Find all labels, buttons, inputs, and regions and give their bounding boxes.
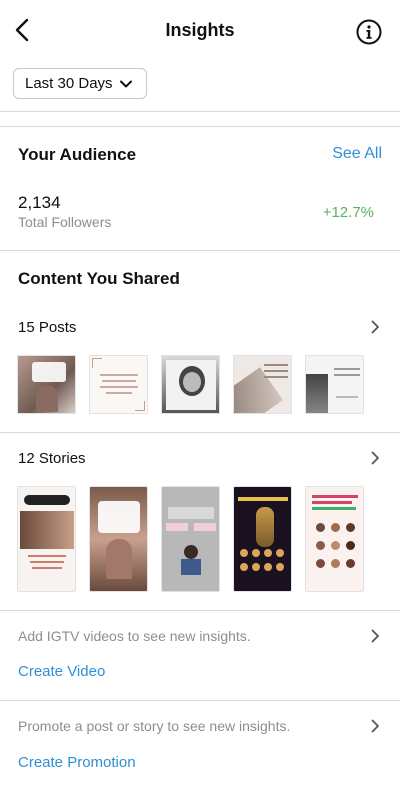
- followers-count: 2,134: [18, 193, 61, 212]
- divider: [0, 250, 400, 251]
- divider: [0, 700, 400, 701]
- see-all-link[interactable]: See All: [332, 145, 382, 163]
- divider: [0, 126, 400, 127]
- header: Insights: [0, 0, 400, 60]
- posts-thumbnail-row: [17, 355, 364, 414]
- divider: [0, 111, 400, 112]
- story-thumbnail[interactable]: [305, 486, 364, 592]
- igtv-hint: Add IGTV videos to see new insights.: [18, 628, 251, 644]
- page-title: Insights: [165, 20, 235, 40]
- stories-row-label[interactable]: 12 Stories: [18, 450, 86, 467]
- content-section-title: Content You Shared: [18, 269, 180, 288]
- post-thumbnail[interactable]: [161, 355, 220, 414]
- chevron-right-icon[interactable]: [371, 719, 380, 733]
- chevron-right-icon[interactable]: [371, 451, 380, 465]
- story-thumbnail[interactable]: [17, 486, 76, 592]
- date-range-dropdown[interactable]: Last 30 Days: [13, 68, 147, 99]
- chevron-right-icon[interactable]: [371, 629, 380, 643]
- posts-row-label[interactable]: 15 Posts: [18, 319, 76, 336]
- divider: [0, 610, 400, 611]
- promotion-hint: Promote a post or story to see new insig…: [18, 718, 291, 734]
- post-thumbnail[interactable]: [233, 355, 292, 414]
- story-thumbnail[interactable]: [233, 486, 292, 592]
- info-icon[interactable]: [356, 19, 382, 45]
- story-thumbnail[interactable]: [161, 486, 220, 592]
- followers-label: Total Followers: [18, 214, 112, 230]
- post-thumbnail[interactable]: [17, 355, 76, 414]
- audience-section-title: Your Audience: [18, 145, 137, 164]
- create-video-link[interactable]: Create Video: [18, 663, 105, 680]
- post-thumbnail[interactable]: [89, 355, 148, 414]
- chevron-down-icon: [119, 80, 132, 87]
- create-promotion-link[interactable]: Create Promotion: [18, 754, 136, 771]
- followers-change: +12.7%: [322, 204, 374, 221]
- chevron-right-icon[interactable]: [371, 320, 380, 334]
- date-range-label: Last 30 Days: [25, 75, 113, 92]
- post-thumbnail[interactable]: [305, 355, 364, 414]
- story-thumbnail[interactable]: [89, 486, 148, 592]
- divider: [0, 432, 400, 433]
- stories-thumbnail-row: [17, 486, 364, 592]
